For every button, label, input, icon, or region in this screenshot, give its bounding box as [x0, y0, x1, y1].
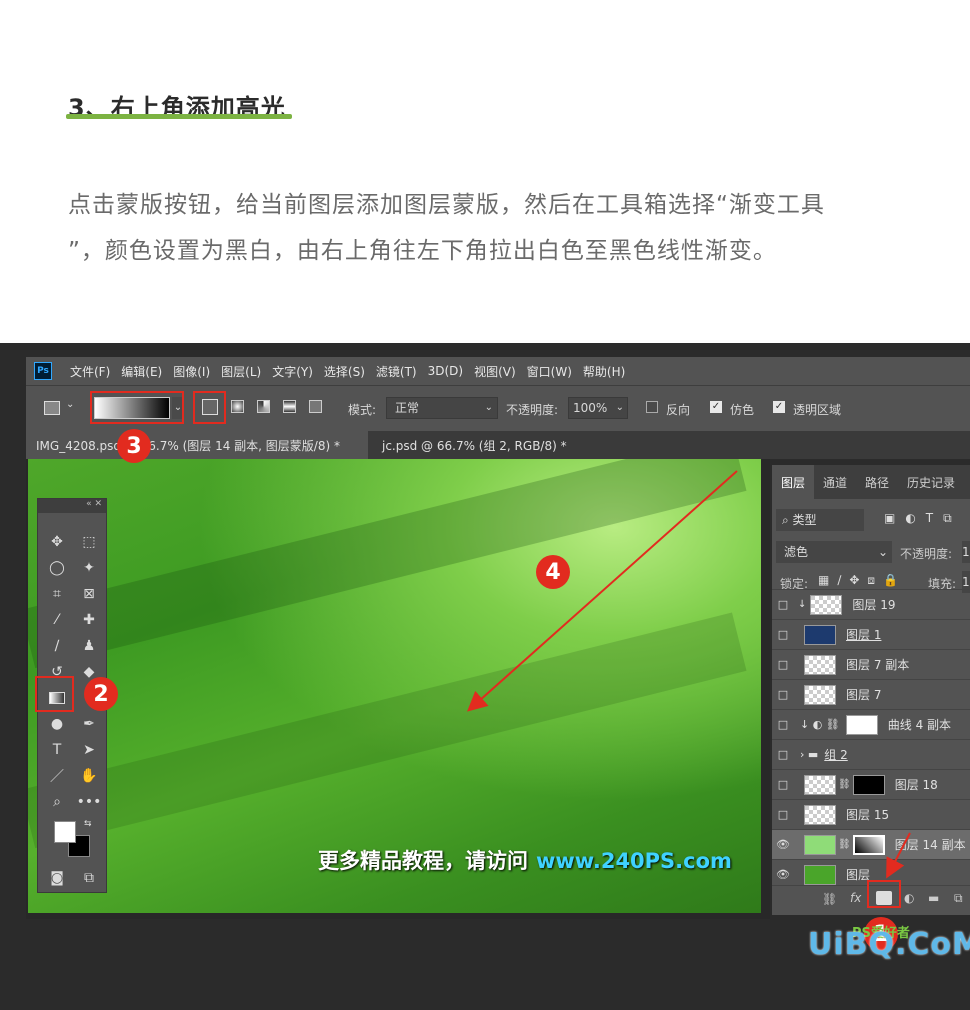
step-badge-3: 3: [117, 429, 151, 463]
article-header: 3、右上角添加高光 点击蒙版按钮，给当前图层添加图层蒙版，然后在工具箱选择“渐变…: [0, 0, 970, 343]
site-logo: UiBQ.CoM: [808, 927, 970, 962]
step-badge-2: 2: [84, 677, 118, 711]
body-line-1: 点击蒙版按钮，给当前图层添加图层蒙版，然后在工具箱选择“渐变工具: [68, 192, 825, 218]
drag-direction-arrow: [467, 470, 738, 712]
mask-button-arrow: [886, 832, 911, 879]
step-badge-4: 4: [536, 555, 570, 589]
photoshop-window: Ps 文件(F) 编辑(E) 图像(I) 图层(L) 文字(Y) 选择(S) 滤…: [0, 343, 970, 1010]
title-underline: [66, 114, 292, 119]
body-line-2: ”，颜色设置为黑白，由右上角往左下角拉出白色至黑色线性渐变。: [68, 238, 777, 264]
foreground-color-swatch[interactable]: [54, 821, 76, 843]
article-body: 点击蒙版按钮，给当前图层添加图层蒙版，然后在工具箱选择“渐变工具 ”，颜色设置为…: [68, 182, 918, 274]
